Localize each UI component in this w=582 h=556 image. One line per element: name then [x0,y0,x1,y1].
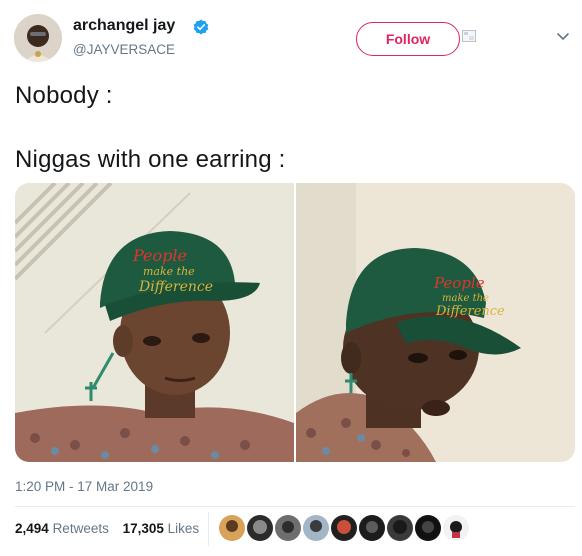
liker-avatar[interactable] [247,515,273,541]
liker-avatar[interactable] [415,515,441,541]
tweet-text-line-1: Nobody : [15,82,113,109]
photo-left-image: People make the Difference [15,183,294,462]
tweet-photo-right[interactable]: People make the Difference [296,183,575,462]
svg-text:Difference: Difference [435,304,505,319]
tweet-text-line-2: Niggas with one earring : [15,146,286,173]
author-name[interactable]: archangel jay [73,17,175,35]
photo-right-image: People make the Difference [296,183,575,462]
likes-stat[interactable]: 17,305 Likes [123,521,200,536]
cap-text-left: People [132,246,187,265]
svg-text:make the: make the [442,293,489,304]
tweet-timestamp[interactable]: 1:20 PM - 17 Mar 2019 [15,479,153,494]
chevron-down-icon[interactable] [556,32,570,42]
tweet-photo-left[interactable]: People make the Difference [15,183,294,462]
verified-badge-icon [193,19,209,35]
divider-top [15,506,575,507]
svg-text:make the: make the [143,265,195,278]
liker-avatar[interactable] [331,515,357,541]
likes-label: Likes [167,521,200,536]
liker-avatar[interactable] [275,515,301,541]
follow-button[interactable]: Follow [356,22,460,56]
likes-count: 17,305 [122,521,164,536]
stats-separator [208,512,209,546]
author-handle[interactable]: @JAYVERSACE [73,42,175,57]
svg-text:Difference: Difference [138,279,213,295]
liker-avatar[interactable] [303,515,329,541]
liker-avatar[interactable] [219,515,245,541]
broken-image-icon [462,30,476,42]
author-avatar[interactable] [14,14,62,62]
retweets-count: 2,494 [15,521,49,536]
cap-text-right: People [433,274,485,292]
tweet-header: archangel jay @JAYVERSACE Follow [0,0,582,70]
retweets-stat[interactable]: 2,494 Retweets [15,521,109,536]
tweet-stats: 2,494 Retweets 17,305 Likes [15,521,209,536]
avatar-image [14,14,62,62]
tweet-media: People make the Difference People make t… [15,183,575,462]
retweets-label: Retweets [52,521,109,536]
liker-avatar[interactable] [359,515,385,541]
liker-avatar[interactable] [387,515,413,541]
liker-avatars [219,515,469,541]
liker-avatar[interactable] [443,515,469,541]
